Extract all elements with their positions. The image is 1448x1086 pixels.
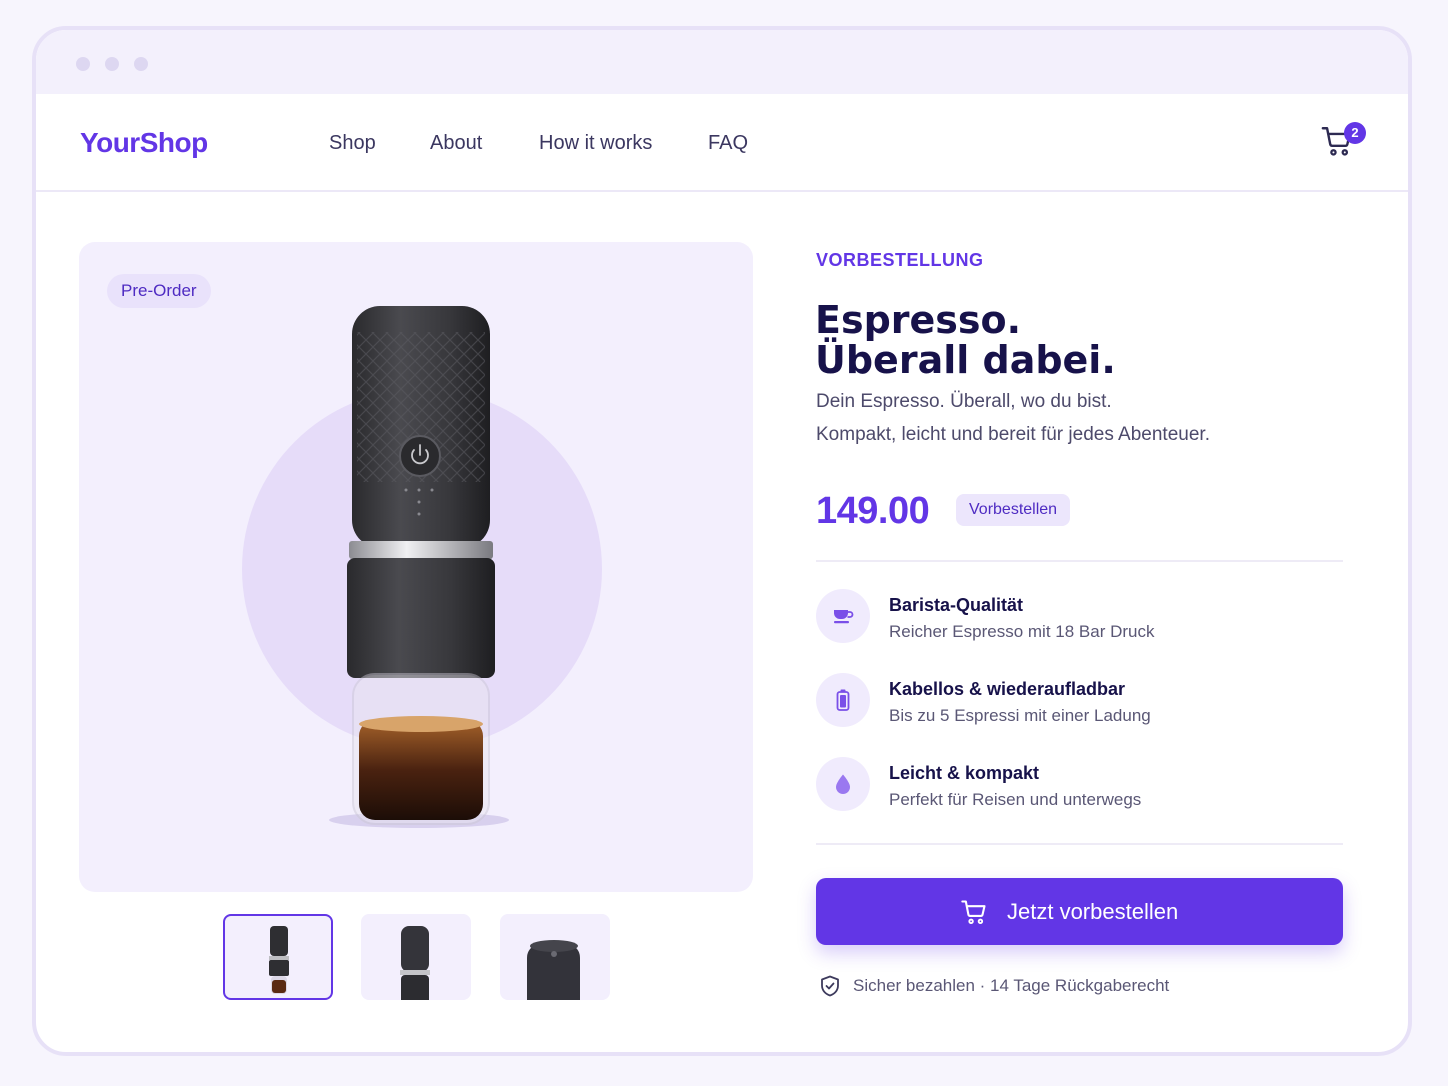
espresso-maker-top-thumb xyxy=(527,940,580,1000)
droplet-icon xyxy=(836,774,850,794)
thumbnail-side[interactable] xyxy=(361,914,471,1000)
window-control-dot[interactable] xyxy=(105,57,119,71)
nav-link-faq[interactable]: FAQ xyxy=(708,132,748,155)
preorder-now-label: Jetzt vorbestellen xyxy=(1007,899,1179,924)
nav-link-shop[interactable]: Shop xyxy=(329,132,376,155)
divider xyxy=(816,560,1343,562)
portable-espresso-maker-image xyxy=(329,306,509,828)
cart-icon xyxy=(961,900,986,925)
feature-title: Leicht & kompakt xyxy=(889,763,1040,783)
feature-icon-badge xyxy=(816,673,870,727)
battery-icon xyxy=(836,689,850,711)
nav-link-how-it-works[interactable]: How it works xyxy=(539,132,652,155)
preorder-now-button[interactable]: Jetzt vorbestellen xyxy=(816,878,1343,945)
preorder-eyebrow: VORBESTELLUNG xyxy=(816,250,984,270)
product-subtitle-line-1: Dein Espresso. Überall, wo du bist. xyxy=(816,391,1112,412)
coffee-cup-icon xyxy=(834,610,854,624)
feature-description: Bis zu 5 Espressi mit einer Ladung xyxy=(889,706,1151,725)
cart-count-badge: 2 xyxy=(1344,122,1366,144)
preorder-badge: Pre-Order xyxy=(107,274,211,308)
feature-description: Reicher Espresso mit 18 Bar Druck xyxy=(889,622,1155,641)
product-headline: Espresso. Überall dabei. xyxy=(815,300,1355,380)
headline-line-1: Espresso. xyxy=(815,298,1022,342)
site-header: YourShop Shop About How it works FAQ 2 xyxy=(36,94,1408,192)
shop-logo[interactable]: YourShop xyxy=(80,127,208,159)
secure-payment-note: Sicher bezahlen · 14 Tage Rückgaberecht xyxy=(853,976,1170,995)
window-control-dot[interactable] xyxy=(134,57,148,71)
thumbnail-top[interactable] xyxy=(500,914,610,1000)
headline-line-2: Überall dabei. xyxy=(815,338,1116,382)
feature-title: Barista-Qualität xyxy=(889,595,1024,615)
product-image-panel: Pre-Order xyxy=(79,242,753,892)
nav-link-about[interactable]: About xyxy=(430,132,482,155)
divider xyxy=(816,843,1343,845)
shield-check-icon xyxy=(821,975,839,997)
espresso-maker-side-thumb xyxy=(400,926,430,1000)
browser-window: YourShop Shop About How it works FAQ 2 P… xyxy=(32,26,1412,1056)
thumbnail-front[interactable] xyxy=(223,914,333,1000)
feature-icon-badge xyxy=(816,757,870,811)
feature-icon-badge xyxy=(816,589,870,643)
preorder-price-badge: Vorbestellen xyxy=(956,494,1071,526)
espresso-maker-front-thumb xyxy=(269,926,289,994)
product-price: 149.00 xyxy=(816,490,930,532)
feature-title: Kabellos & wiederaufladbar xyxy=(889,679,1126,699)
window-control-dot[interactable] xyxy=(76,57,90,71)
window-titlebar xyxy=(36,30,1408,94)
product-subtitle-line-2: Kompakt, leicht und bereit für jedes Abe… xyxy=(816,424,1210,445)
feature-description: Perfekt für Reisen und unterwegs xyxy=(889,790,1142,809)
